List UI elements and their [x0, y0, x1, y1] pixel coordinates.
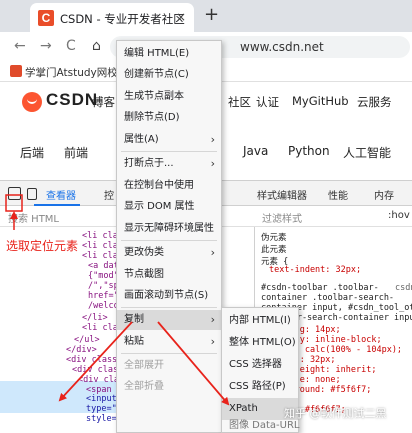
menu-item-screenshot-node[interactable]: 节点截图	[117, 265, 221, 285]
menu-item-scroll-into-view[interactable]: 画面滚动到节点(S)	[117, 286, 221, 306]
tab-style-editor[interactable]: 样式编辑器	[257, 187, 307, 202]
menu-item-delete-node[interactable]: 删除节点(D)	[117, 108, 221, 128]
nav-link-blog[interactable]: 博客	[92, 94, 115, 110]
chevron-right-icon: ›	[210, 335, 215, 348]
menu-item-change-pseudo-class[interactable]: 更改伪类 ›	[117, 243, 221, 263]
menu-item-expand-all[interactable]: 全部展开	[117, 356, 221, 376]
menu-item-label: 更改伪类	[124, 247, 164, 258]
menu-item-label: 复制	[124, 314, 144, 325]
tab-inspector[interactable]: 查看器	[46, 187, 76, 202]
style-source-link[interactable]: csdn-	[395, 283, 412, 293]
nav-link-cloud[interactable]: 云服务	[357, 94, 392, 110]
menu-item-label: 编辑 HTML(E)	[124, 48, 190, 59]
menu-separator	[121, 353, 217, 354]
tree-node-attr: {"mod"	[88, 271, 119, 281]
device-icon[interactable]	[27, 188, 37, 200]
menu-item-label: 显示 DOM 属性	[124, 201, 195, 212]
menu-item-label: 粘贴	[124, 336, 144, 347]
category-backend[interactable]: 后端	[20, 144, 44, 161]
menu-separator	[121, 307, 217, 308]
context-menu: 编辑 HTML(E) 创建新节点(C) 生成节点副本 删除节点(D) 属性(A)…	[116, 40, 222, 433]
menu-item-label: 显示无障碍环境属性	[124, 223, 214, 234]
submenu-item-outer-html[interactable]: 整体 HTML(O)	[222, 332, 298, 354]
tab-performance[interactable]: 性能	[328, 187, 348, 202]
menu-item-collapse-all[interactable]: 全部折叠	[117, 377, 221, 397]
csdn-logo-icon[interactable]	[22, 92, 42, 112]
menu-item-copy[interactable]: 复制 ›	[117, 310, 221, 330]
menu-item-show-dom-properties[interactable]: 显示 DOM 属性	[117, 197, 221, 217]
style-selector: container .toolbar-search-	[261, 293, 395, 303]
html-search-input[interactable]: 搜索 HTML	[8, 210, 59, 225]
pseudo-elements-header[interactable]: 伪元素	[261, 231, 287, 243]
watermark: 知乎 @软件测试二黑	[284, 407, 387, 420]
submenu-item-css-path[interactable]: CSS 路径(P)	[222, 376, 298, 398]
element-picker-icon[interactable]	[8, 187, 21, 200]
close-tab-icon[interactable]: ×	[176, 10, 186, 24]
chevron-right-icon: ›	[210, 157, 215, 170]
this-element-header: 此元素	[261, 245, 287, 255]
category-frontend[interactable]: 前端	[64, 144, 88, 161]
menu-separator	[121, 240, 217, 241]
menu-item-label: 全部折叠	[124, 381, 164, 392]
menu-item-edit-html[interactable]: 编辑 HTML(E)	[117, 44, 221, 64]
menu-item-label: 画面滚动到节点(S)	[124, 290, 209, 301]
category-python[interactable]: Python	[288, 144, 330, 158]
chevron-right-icon: ›	[210, 246, 215, 259]
home-icon[interactable]: ⌂	[92, 38, 101, 54]
submenu-item-css-selector[interactable]: CSS 选择器	[222, 354, 298, 376]
tree-node[interactable]: </ul>	[74, 335, 100, 345]
hov-toggle[interactable]: :hov	[388, 210, 410, 221]
nav-link-mygithub[interactable]: MyGitHub	[292, 94, 349, 108]
menu-item-label: 在控制台中使用	[124, 180, 194, 191]
nav-link-certification[interactable]: 认证	[256, 94, 279, 110]
style-selector: #csdn-toolbar .toolbar-	[261, 283, 379, 293]
tab-memory[interactable]: 内存	[374, 187, 394, 202]
menu-item-attributes[interactable]: 属性(A) ›	[117, 130, 221, 150]
category-java[interactable]: Java	[243, 144, 268, 158]
new-tab-button[interactable]: +	[204, 4, 219, 25]
submenu-item-inner-html[interactable]: 内部 HTML(I)	[222, 310, 298, 332]
style-property[interactable]: text-indent: 32px;	[269, 265, 361, 275]
menu-item-label: 全部展开	[124, 360, 164, 371]
style-filter-input[interactable]: 过滤样式	[262, 210, 302, 225]
csdn-favicon-icon: C	[38, 10, 54, 26]
back-arrow-icon[interactable]: ←	[14, 38, 26, 54]
category-ai[interactable]: 人工智能	[343, 144, 391, 161]
chevron-right-icon: ›	[210, 133, 215, 146]
browser-tab-bar: C CSDN - 专业开发者社区 × +	[0, 0, 412, 32]
tree-node[interactable]: </div>	[66, 345, 97, 355]
reload-icon[interactable]: C	[66, 38, 76, 54]
menu-item-create-node[interactable]: 创建新节点(C)	[117, 65, 221, 85]
address-url: www.csdn.net	[240, 40, 324, 54]
menu-item-duplicate-node[interactable]: 生成节点副本	[117, 87, 221, 107]
tree-node-attr: /welco	[88, 301, 119, 311]
forward-arrow-icon[interactable]: →	[40, 38, 52, 54]
menu-item-label: 删除节点(D)	[124, 112, 180, 123]
menu-item-break-on[interactable]: 打断点于... ›	[117, 154, 221, 174]
tree-node[interactable]: <a dat	[88, 261, 119, 271]
pick-element-annotation: 选取定位元素	[6, 239, 79, 253]
menu-item-show-accessibility[interactable]: 显示无障碍环境属性	[117, 219, 221, 239]
chevron-right-icon: ›	[210, 313, 215, 326]
tab-title: CSDN - 专业开发者社区	[60, 12, 185, 26]
browser-tab[interactable]: C CSDN - 专业开发者社区 ×	[30, 3, 194, 32]
menu-item-paste[interactable]: 粘贴 ›	[117, 332, 221, 352]
menu-item-label: 打断点于...	[124, 158, 174, 169]
menu-item-label: 创建新节点(C)	[124, 69, 189, 80]
nav-link-community[interactable]: 社区	[228, 94, 251, 110]
tab-console[interactable]: 控	[104, 187, 114, 202]
tree-node[interactable]: </li>	[82, 313, 108, 323]
menu-item-label: 生成节点副本	[124, 91, 184, 102]
bookmark-atstudy[interactable]: 学掌门Atstudy网校	[25, 65, 118, 80]
menu-item-label: 节点截图	[124, 269, 164, 280]
tree-node-attr: href="	[88, 291, 119, 301]
menu-item-use-in-console[interactable]: 在控制台中使用	[117, 176, 221, 196]
menu-separator	[121, 151, 217, 152]
menu-item-label: 属性(A)	[124, 134, 159, 145]
csdn-logo-text[interactable]: CSDN	[46, 90, 98, 110]
tree-node-attr: /","sp	[88, 281, 119, 291]
bookmark-icon	[10, 65, 22, 77]
